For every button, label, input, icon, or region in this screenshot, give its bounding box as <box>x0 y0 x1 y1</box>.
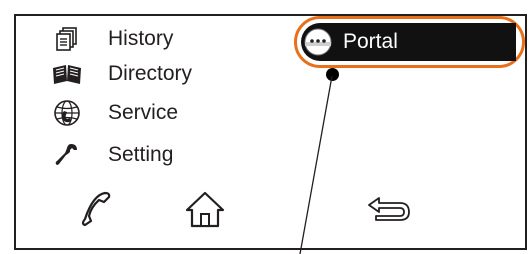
book-icon <box>50 60 84 88</box>
back-button[interactable] <box>364 188 414 234</box>
portal-label: Portal <box>343 30 398 53</box>
globe-phone-icon <box>50 99 84 127</box>
wrench-icon <box>50 141 84 169</box>
menu-item-label: Setting <box>108 143 174 166</box>
menu-item-label: History <box>108 27 174 50</box>
portal-highlight: Portal <box>294 16 525 68</box>
history-icon <box>50 25 84 53</box>
portal-icon <box>303 27 333 57</box>
menu-item-label: Service <box>108 101 179 124</box>
home-button[interactable] <box>180 188 230 234</box>
phone-button[interactable] <box>74 188 124 234</box>
menu-item-portal[interactable]: Portal <box>301 23 516 61</box>
home-icon <box>184 190 226 233</box>
callout-dot <box>326 68 339 81</box>
phone-handset-icon <box>79 191 119 232</box>
menu-item-label: Directory <box>108 62 193 85</box>
back-arrow-icon <box>366 195 412 228</box>
